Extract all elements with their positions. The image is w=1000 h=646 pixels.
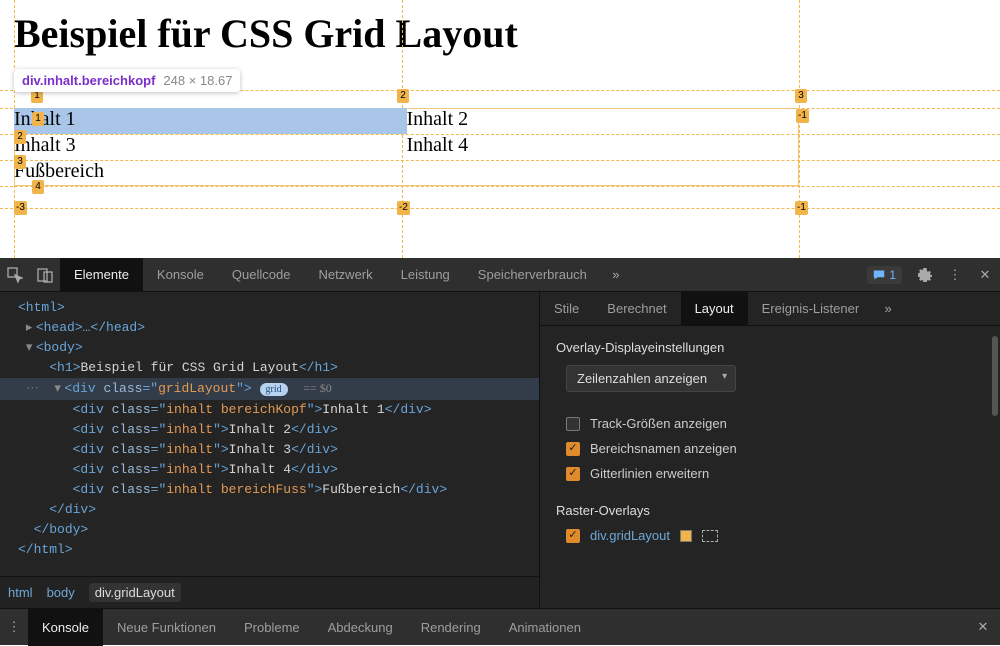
layout-pane: Overlay-Displayeinstellungen Zeilenzahle…	[540, 326, 1000, 608]
breadcrumb-item[interactable]: body	[47, 585, 75, 600]
devtools-panel: Elemente Konsole Quellcode Netzwerk Leis…	[0, 258, 1000, 645]
devtools-main: <html> ▸<head>…</head> ▾<body> <h1>Beisp…	[0, 292, 1000, 608]
drawer-tab-console[interactable]: Konsole	[28, 609, 103, 646]
grid-overlays-heading: Raster-Overlays	[556, 503, 984, 518]
tab-console[interactable]: Konsole	[143, 258, 218, 292]
grid-col-badge-neg: -3	[14, 201, 27, 215]
tooltip-dimensions: 248 × 18.67	[163, 73, 232, 88]
option-label: Track-Größen anzeigen	[590, 416, 727, 431]
grid-row-badge: 2	[14, 130, 26, 144]
line-numbers-dropdown[interactable]: Zeilenzahlen anzeigen	[566, 365, 736, 392]
settings-icon[interactable]	[910, 258, 940, 292]
tab-memory[interactable]: Speicherverbrauch	[464, 258, 601, 292]
tab-performance[interactable]: Leistung	[387, 258, 464, 292]
overlay-dashed-icon[interactable]	[702, 530, 718, 542]
grid-row-badge: 4	[32, 180, 44, 194]
grid-col-badge: 2	[397, 89, 409, 103]
drawer-tab-issues[interactable]: Probleme	[230, 609, 314, 646]
kebab-menu-icon[interactable]: ⋮	[940, 258, 970, 292]
grid-overlay-selector[interactable]: div.gridLayout	[590, 528, 670, 543]
messages-badge[interactable]: 1	[867, 266, 902, 284]
tooltip-classes: .inhalt.bereichkopf	[40, 73, 156, 88]
scrollbar[interactable]	[992, 336, 998, 416]
side-tab-styles[interactable]: Stile	[540, 292, 593, 326]
drawer-tab-animations[interactable]: Animationen	[495, 609, 595, 646]
element-inspect-tooltip: div.inhalt.bereichkopf 248 × 18.67	[14, 69, 240, 92]
side-tab-layout[interactable]: Layout	[681, 292, 748, 326]
dom-tree[interactable]: <html> ▸<head>…</head> ▾<body> <h1>Beisp…	[0, 292, 539, 576]
grid-cell: Inhalt 2	[407, 108, 800, 134]
tooltip-tag: div	[22, 73, 40, 88]
checkbox-icon[interactable]	[566, 529, 580, 543]
rendered-grid: Inhalt 1 Inhalt 2 Inhalt 3 Inhalt 4 Fußb…	[14, 108, 799, 188]
option-area-names[interactable]: Bereichsnamen anzeigen	[566, 441, 984, 456]
more-tabs-icon[interactable]: »	[601, 258, 631, 292]
drawer-tab-rendering[interactable]: Rendering	[407, 609, 495, 646]
grid-row-badge: 1	[32, 112, 44, 126]
grid-guide	[799, 0, 800, 258]
side-tab-computed[interactable]: Berechnet	[593, 292, 680, 326]
checkbox-icon[interactable]	[566, 417, 580, 431]
grid-overlay-item[interactable]: div.gridLayout	[566, 528, 984, 543]
side-more-tabs-icon[interactable]: »	[873, 292, 903, 326]
elements-side-panel: Stile Berechnet Layout Ereignis-Listener…	[540, 292, 1000, 608]
dom-breadcrumb: html body div.gridLayout	[0, 576, 539, 608]
grid-cell: Inhalt 3	[14, 134, 407, 160]
drawer-tab-coverage[interactable]: Abdeckung	[314, 609, 407, 646]
breadcrumb-item[interactable]: html	[8, 585, 33, 600]
dom-selected-line[interactable]: ⋯ ▾<div class="gridLayout"> grid == $0	[0, 378, 539, 400]
page-title: Beispiel für CSS Grid Layout	[0, 0, 1000, 57]
option-label: Bereichsnamen anzeigen	[590, 441, 737, 456]
inspect-element-icon[interactable]	[0, 258, 30, 292]
side-tab-listeners[interactable]: Ereignis-Listener	[748, 292, 874, 326]
grid-pill[interactable]: grid	[260, 383, 288, 396]
grid-cell: Inhalt 1	[14, 108, 407, 134]
page-viewport: Beispiel für CSS Grid Layout div.inhalt.…	[0, 0, 1000, 258]
grid-col-badge-neg: -1	[795, 201, 808, 215]
elements-dom-panel: <html> ▸<head>…</head> ▾<body> <h1>Beisp…	[0, 292, 540, 608]
grid-col-badge-neg: -2	[397, 201, 410, 215]
grid-guide	[0, 208, 1000, 209]
drawer-close-icon[interactable]: ✕	[966, 619, 1000, 635]
option-track-sizes[interactable]: Track-Größen anzeigen	[566, 416, 984, 431]
close-devtools-icon[interactable]: ✕	[970, 258, 1000, 292]
option-label: Gitterlinien erweitern	[590, 466, 709, 481]
grid-cell-footer: Fußbereich	[14, 160, 799, 186]
device-toolbar-icon[interactable]	[30, 258, 60, 292]
side-tabs: Stile Berechnet Layout Ereignis-Listener…	[540, 292, 1000, 326]
overlay-settings-heading: Overlay-Displayeinstellungen	[556, 340, 984, 355]
tab-sources[interactable]: Quellcode	[218, 258, 305, 292]
grid-col-badge-neg: -1	[796, 109, 809, 123]
breadcrumb-item-current[interactable]: div.gridLayout	[89, 583, 181, 602]
devtools-top-tabs: Elemente Konsole Quellcode Netzwerk Leis…	[0, 258, 1000, 292]
messages-count: 1	[889, 268, 896, 282]
overlay-color-swatch[interactable]	[680, 530, 692, 542]
tab-elements[interactable]: Elemente	[60, 258, 143, 292]
grid-col-badge: 3	[795, 89, 807, 103]
grid-cell: Inhalt 4	[407, 134, 800, 160]
devtools-drawer: ⋮ Konsole Neue Funktionen Probleme Abdec…	[0, 608, 1000, 645]
option-extend-gridlines[interactable]: Gitterlinien erweitern	[566, 466, 984, 481]
tab-network[interactable]: Netzwerk	[304, 258, 386, 292]
checkbox-icon[interactable]	[566, 467, 580, 481]
drawer-tab-whatsnew[interactable]: Neue Funktionen	[103, 609, 230, 646]
checkbox-icon[interactable]	[566, 442, 580, 456]
grid-row-badge: 3	[14, 155, 26, 169]
drawer-kebab-icon[interactable]: ⋮	[0, 619, 28, 635]
